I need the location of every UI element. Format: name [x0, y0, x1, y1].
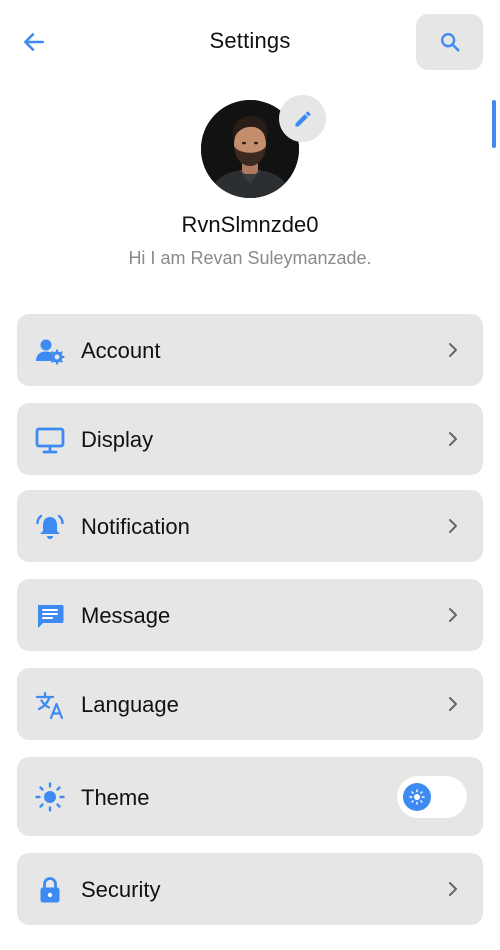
menu-item-message[interactable]: Message	[17, 579, 483, 651]
search-button[interactable]	[416, 14, 483, 70]
translate-icon	[35, 690, 65, 720]
menu-item-account[interactable]: Account	[17, 314, 483, 386]
menu-item-label: Account	[81, 338, 161, 363]
toggle-knob	[403, 783, 431, 811]
bell-icon	[35, 512, 65, 542]
account-settings-icon	[35, 336, 65, 366]
menu-item-label: Theme	[81, 785, 150, 810]
chevron-right-icon	[441, 692, 465, 716]
theme-toggle[interactable]	[397, 776, 467, 818]
menu-item-language[interactable]: Language	[17, 668, 483, 740]
sun-icon	[409, 789, 425, 805]
edit-avatar-button[interactable]	[279, 95, 326, 142]
username: RvnSlmnzde0	[181, 212, 319, 237]
menu-item-theme[interactable]: Theme	[17, 757, 483, 836]
menu-item-security[interactable]: Security	[17, 853, 483, 925]
top-bar: Settings	[0, 0, 500, 84]
chevron-right-icon	[441, 514, 465, 538]
chevron-right-icon	[441, 877, 465, 901]
menu-item-label: Message	[81, 603, 171, 628]
lock-icon	[35, 875, 65, 905]
chevron-right-icon	[441, 603, 465, 627]
menu-item-label: Security	[81, 877, 161, 902]
chevron-right-icon	[441, 427, 465, 451]
chevron-right-icon	[441, 338, 465, 362]
scrollbar-thumb[interactable]	[492, 100, 496, 148]
monitor-icon	[35, 425, 65, 455]
menu-item-label: Notification	[81, 514, 190, 539]
user-bio: Hi I am Revan Suleymanzade.	[128, 248, 372, 268]
menu-item-display[interactable]: Display	[17, 403, 483, 475]
message-icon	[35, 601, 65, 631]
sun-icon	[35, 782, 65, 812]
menu-item-label: Language	[81, 692, 179, 717]
pencil-icon	[295, 110, 310, 126]
menu-item-notification[interactable]: Notification	[17, 490, 483, 562]
search-icon	[440, 33, 460, 52]
menu-item-label: Display	[81, 427, 154, 452]
